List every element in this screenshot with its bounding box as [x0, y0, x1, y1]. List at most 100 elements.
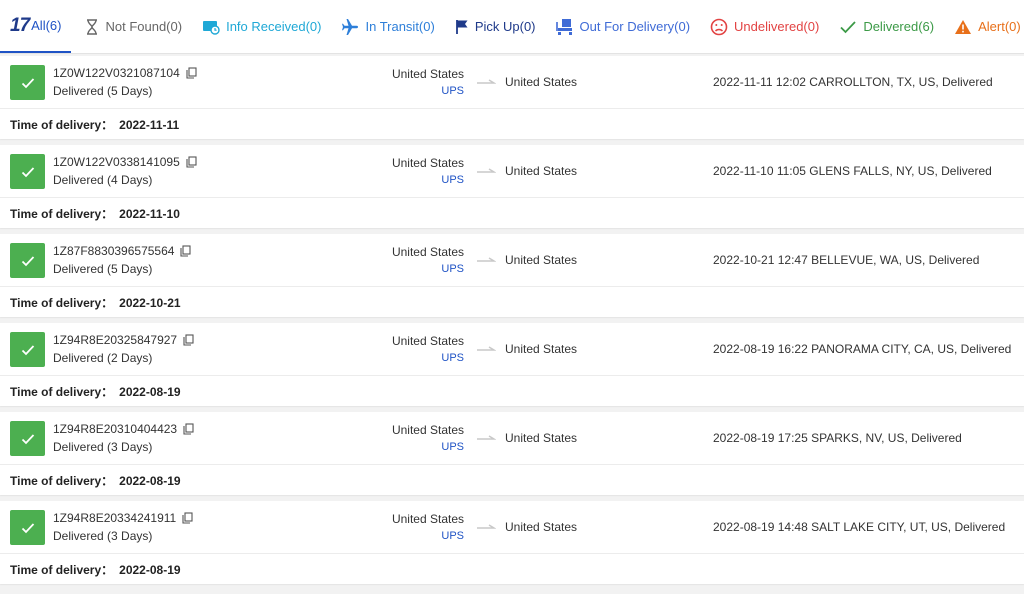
origin-country: United States — [391, 334, 464, 348]
checkmark-icon — [840, 20, 856, 33]
tracking-number-text: 1Z94R8E20325847927 — [53, 333, 178, 347]
route-arrow-icon — [477, 257, 496, 262]
tab-pick-up-label: Pick Up(0) — [474, 19, 536, 34]
origin-country: United States — [391, 67, 464, 81]
delivered-status-badge — [10, 65, 45, 100]
copy-icon[interactable] — [182, 512, 193, 524]
shipment-card[interactable]: 1Z87F8830396575564 Delivered (5 Days) Un… — [0, 234, 1024, 317]
shipment-card[interactable]: 1Z0W122V0321087104 Delivered (5 Days) Un… — [0, 56, 1024, 139]
copy-icon[interactable] — [186, 156, 197, 168]
shipment-card[interactable]: 1Z94R8E20325847927 Delivered (2 Days) Un… — [0, 323, 1024, 406]
destination-country: United States — [505, 253, 578, 267]
tab-alert[interactable]: Alert(0) — [954, 0, 1024, 53]
delivered-status-badge — [10, 243, 45, 278]
tab-in-transit[interactable]: In Transit(0) — [341, 0, 454, 53]
tab-undelivered[interactable]: Undelivered(0) — [710, 0, 839, 53]
status-tab-bar: 17 All(6) Not Found(0) Info Received(0) … — [0, 0, 1024, 54]
shipment-summary: 1Z94R8E20325847927 Delivered (2 Days) Un… — [0, 323, 1024, 376]
latest-event: 2022-08-19 14:48 SALT LAKE CITY, UT, US,… — [713, 520, 1006, 534]
tracking-number: 1Z94R8E20325847927 — [53, 333, 194, 347]
tab-all[interactable]: 17 All(6) — [0, 0, 72, 53]
delivery-status-text: Delivered (3 Days) — [53, 529, 153, 543]
latest-event: 2022-11-11 12:02 CARROLLTON, TX, US, Del… — [713, 75, 993, 89]
shipment-summary: 1Z0W122V0338141095 Delivered (4 Days) Un… — [0, 145, 1024, 198]
time-of-delivery-date: 2022-11-11 — [119, 118, 180, 132]
time-of-delivery-label: Time of delivery： — [10, 296, 114, 310]
shipment-summary: 1Z94R8E20334241911 Delivered (3 Days) Un… — [0, 501, 1024, 554]
tracking-number-text: 1Z87F8830396575564 — [53, 244, 175, 258]
checkmark-icon — [21, 433, 34, 444]
latest-event: 2022-11-10 11:05 GLENS FALLS, NY, US, De… — [713, 164, 992, 178]
time-of-delivery-date: 2022-11-10 — [119, 207, 180, 221]
tracking-number-text: 1Z0W122V0321087104 — [53, 66, 180, 80]
time-of-delivery-date: 2022-08-19 — [119, 385, 181, 399]
carrier-link[interactable]: UPS — [441, 85, 464, 97]
time-of-delivery-label: Time of delivery： — [10, 385, 114, 399]
destination-country: United States — [505, 75, 578, 89]
time-of-delivery: Time of delivery： 2022-08-19 — [10, 472, 181, 489]
copy-icon[interactable] — [186, 67, 197, 79]
warning-icon — [955, 19, 972, 34]
delivered-status-badge — [10, 421, 45, 456]
origin-country: United States — [391, 423, 464, 437]
carrier-link[interactable]: UPS — [441, 441, 464, 453]
copy-icon[interactable] — [183, 334, 194, 346]
delivered-status-badge — [10, 332, 45, 367]
copy-icon[interactable] — [180, 245, 192, 257]
tab-delivered-label: Delivered(6) — [863, 19, 935, 34]
delivered-status-badge — [10, 510, 45, 545]
tab-out-for-delivery-label: Out For Delivery(0) — [579, 19, 691, 34]
tracking-number: 1Z94R8E20334241911 — [53, 511, 193, 525]
copy-icon[interactable] — [183, 423, 194, 435]
route-arrow-icon — [477, 524, 496, 529]
app-logo: 17 — [10, 14, 30, 36]
tab-undelivered-label: Undelivered(0) — [734, 19, 820, 34]
latest-event: 2022-08-19 17:25 SPARKS, NV, US, Deliver… — [713, 431, 962, 445]
tab-info-received-label: Info Received(0) — [226, 19, 322, 34]
tracking-number: 1Z0W122V0338141095 — [53, 155, 197, 169]
checkmark-icon — [21, 255, 34, 266]
route-arrow-icon — [477, 79, 496, 84]
origin-country: United States — [391, 156, 464, 170]
tab-info-received[interactable]: Info Received(0) — [202, 0, 341, 53]
latest-event: 2022-10-21 12:47 BELLEVUE, WA, US, Deliv… — [713, 253, 980, 267]
latest-event: 2022-08-19 16:22 PANORAMA CITY, CA, US, … — [713, 342, 1012, 356]
delivery-status-text: Delivered (4 Days) — [53, 173, 153, 187]
delivery-status-text: Delivered (3 Days) — [53, 440, 153, 454]
airplane-icon — [342, 18, 359, 35]
tracking-number-text: 1Z94R8E20334241911 — [53, 511, 177, 525]
checkmark-icon — [21, 77, 34, 88]
tab-not-found[interactable]: Not Found(0) — [85, 0, 202, 53]
info-received-icon — [203, 20, 220, 35]
time-of-delivery-label: Time of delivery： — [10, 207, 114, 221]
time-of-delivery: Time of delivery： 2022-11-11 — [10, 116, 179, 133]
tab-all-label: All(6) — [31, 18, 62, 33]
carrier-link[interactable]: UPS — [441, 530, 464, 542]
carrier-link[interactable]: UPS — [441, 263, 464, 275]
tab-pick-up[interactable]: Pick Up(0) — [455, 0, 556, 53]
route-arrow-icon — [477, 435, 496, 440]
delivery-person-icon — [555, 18, 572, 35]
shipment-summary: 1Z0W122V0321087104 Delivered (5 Days) Un… — [0, 56, 1024, 109]
time-of-delivery-date: 2022-08-19 — [119, 563, 181, 577]
shipment-card[interactable]: 1Z94R8E20310404423 Delivered (3 Days) Un… — [0, 412, 1024, 495]
time-of-delivery-date: 2022-08-19 — [119, 474, 181, 488]
origin-country: United States — [391, 245, 464, 259]
tab-out-for-delivery[interactable]: Out For Delivery(0) — [555, 0, 711, 53]
tab-in-transit-label: In Transit(0) — [365, 19, 435, 34]
time-of-delivery-label: Time of delivery： — [10, 474, 114, 488]
sad-face-icon — [710, 18, 728, 35]
time-of-delivery-label: Time of delivery： — [10, 118, 114, 132]
tracking-number-text: 1Z94R8E20310404423 — [53, 422, 178, 436]
destination-country: United States — [505, 342, 578, 356]
tab-not-found-label: Not Found(0) — [105, 19, 183, 34]
shipment-card[interactable]: 1Z94R8E20334241911 Delivered (3 Days) Un… — [0, 501, 1024, 584]
destination-country: United States — [505, 520, 578, 534]
delivery-status-text: Delivered (5 Days) — [53, 262, 153, 276]
shipment-summary: 1Z94R8E20310404423 Delivered (3 Days) Un… — [0, 412, 1024, 465]
checkmark-icon — [21, 344, 34, 355]
carrier-link[interactable]: UPS — [441, 352, 464, 364]
shipment-card[interactable]: 1Z0W122V0338141095 Delivered (4 Days) Un… — [0, 145, 1024, 228]
carrier-link[interactable]: UPS — [441, 174, 464, 186]
tab-delivered[interactable]: Delivered(6) — [839, 0, 954, 53]
